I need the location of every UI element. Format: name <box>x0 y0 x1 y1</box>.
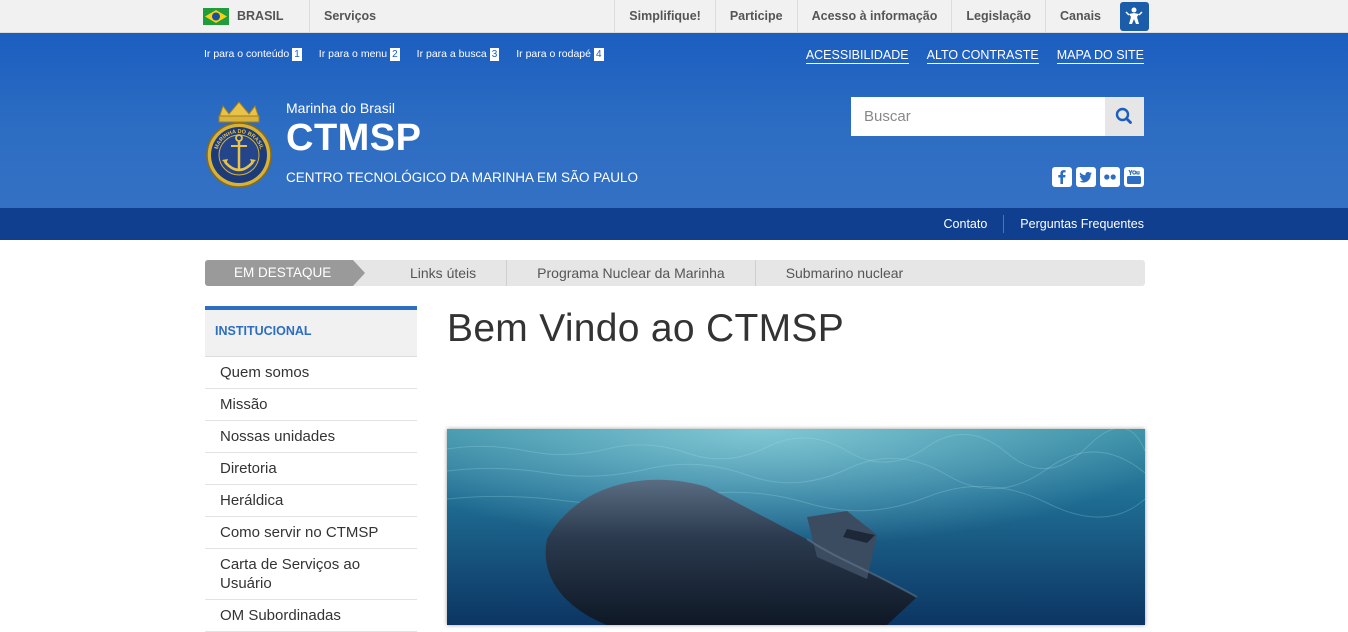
divider <box>1003 215 1005 233</box>
sidebar-menu: INSTITUCIONAL Quem somos Missão Nossas u… <box>205 306 417 632</box>
skip-links: Ir para o conteúdo 1 Ir para o menu 2 Ir p… <box>204 48 621 61</box>
submarine-image <box>447 429 1145 625</box>
legislation-link[interactable]: Legislação <box>951 0 1045 32</box>
sidebar-item-om-subordinadas[interactable]: OM Subordinadas <box>205 600 417 632</box>
highlights-bar: EM DESTAQUE Links úteis Programa Nuclear… <box>205 260 1145 286</box>
submarine-hero-image[interactable] <box>447 429 1145 625</box>
highlight-nuclear-program[interactable]: Programa Nuclear da Marinha <box>506 260 755 286</box>
site-map-link[interactable]: MAPA DO SITE <box>1056 48 1144 64</box>
vlibras-accessibility-icon[interactable] <box>1120 2 1149 31</box>
channels-link[interactable]: Canais <box>1045 0 1115 32</box>
highlights-label: EM DESTAQUE <box>205 260 365 286</box>
country-label[interactable]: BRASIL <box>237 9 284 23</box>
services-link[interactable]: Serviços <box>324 9 376 23</box>
search-button[interactable] <box>1105 97 1144 136</box>
skip-to-footer-link[interactable]: Ir para o rodapé 4 <box>516 48 604 61</box>
skip-to-search-link[interactable]: Ir para a busca 3 <box>417 48 500 61</box>
search-box <box>851 97 1144 136</box>
search-input[interactable] <box>851 97 1105 136</box>
site-description: CENTRO TECNOLÓGICO DA MARINHA EM SÃO PAU… <box>286 170 639 185</box>
youtube-icon[interactable] <box>1124 167 1144 187</box>
skip-to-content-link[interactable]: Ir para o conteúdo 1 <box>204 48 302 61</box>
sidebar-item-nossas-unidades[interactable]: Nossas unidades <box>205 421 417 453</box>
sidebar-item-diretoria[interactable]: Diretoria <box>205 453 417 485</box>
social-links <box>1048 167 1144 187</box>
high-contrast-link[interactable]: ALTO CONTRASTE <box>926 48 1039 64</box>
simplifique-link[interactable]: Simplifique! <box>614 0 715 32</box>
site-header: Ir para o conteúdo 1 Ir para o menu 2 Ir p… <box>0 33 1348 208</box>
flickr-icon[interactable] <box>1100 167 1120 187</box>
facebook-icon[interactable] <box>1052 167 1072 187</box>
contact-link[interactable]: Contato <box>944 217 988 231</box>
site-subtitle: Marinha do Brasil <box>286 100 395 116</box>
accessibility-links: ACESSIBILIDADE ALTO CONTRASTE MAPA DO SI… <box>788 48 1144 64</box>
brazil-flag-icon <box>203 8 229 25</box>
twitter-icon[interactable] <box>1076 167 1096 187</box>
access-information-link[interactable]: Acesso à informação <box>796 0 952 32</box>
government-bar: BRASIL Serviços Simplifique! Participe A… <box>0 0 1348 33</box>
page-title: Bem Vindo ao CTMSP <box>447 307 845 350</box>
site-title[interactable]: CTMSP <box>286 117 422 160</box>
search-icon <box>1115 107 1132 124</box>
sidebar-item-missao[interactable]: Missão <box>205 389 417 421</box>
sidebar-item-carta-servicos[interactable]: Carta de Serviços ao Usuário <box>205 549 417 600</box>
sidebar-heading: INSTITUCIONAL <box>205 306 417 357</box>
accessibility-link[interactable]: ACESSIBILIDADE <box>805 48 909 64</box>
sidebar-item-heraldica[interactable]: Heráldica <box>205 485 417 517</box>
faq-link[interactable]: Perguntas Frequentes <box>1020 217 1144 231</box>
navy-emblem-logo[interactable]: MARINHA DO BRASIL <box>205 100 273 190</box>
sidebar-item-quem-somos[interactable]: Quem somos <box>205 357 417 389</box>
highlight-nuclear-submarine[interactable]: Submarino nuclear <box>754 260 934 286</box>
skip-to-menu-link[interactable]: Ir para o menu 2 <box>319 48 400 61</box>
highlight-useful-links[interactable]: Links úteis <box>380 260 506 286</box>
service-bar: Contato Perguntas Frequentes <box>0 208 1348 240</box>
sidebar-item-como-servir[interactable]: Como servir no CTMSP <box>205 517 417 549</box>
participe-link[interactable]: Participe <box>714 0 797 32</box>
